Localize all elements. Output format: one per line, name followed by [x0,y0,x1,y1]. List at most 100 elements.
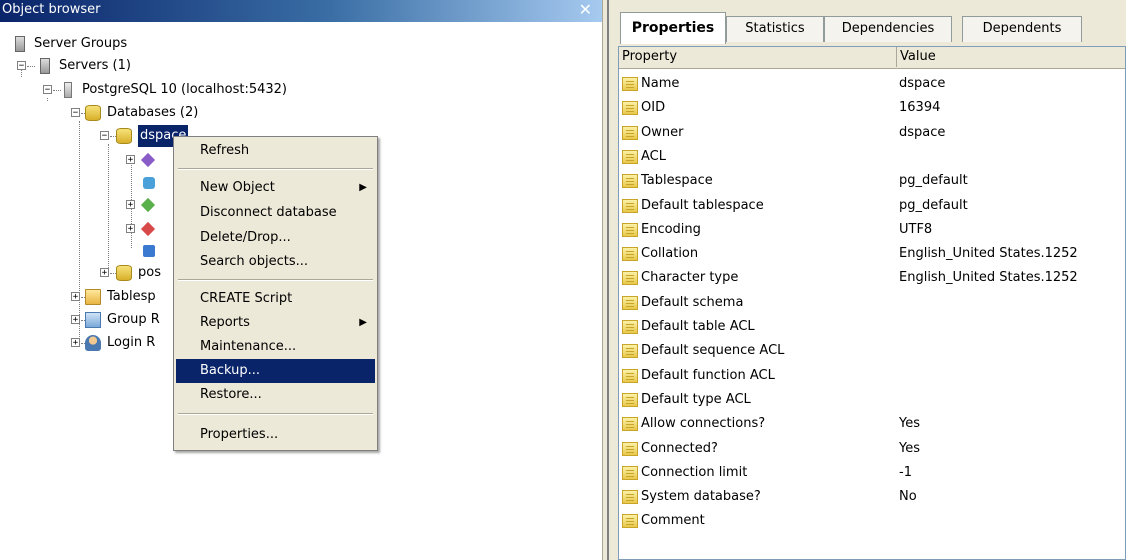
collapse-toggle[interactable]: − [43,85,52,95]
expand-toggle[interactable]: + [71,338,80,348]
property-value: dspace [899,124,946,140]
property-value: pg_default [899,173,968,189]
property-value: English_United States.1252 [899,246,1078,262]
tree-connector [27,66,35,67]
property-row[interactable]: System database? No [619,485,1125,509]
column-header-value[interactable]: Value [897,47,1125,67]
expand-toggle[interactable]: + [126,200,135,210]
property-row[interactable]: Comment [619,509,1125,533]
tree-connector [108,144,109,274]
object-browser-titlebar: Object browser ✕ [0,0,602,22]
tab-statistics[interactable]: Statistics [726,16,824,42]
database-icon [116,265,132,281]
tree-connector [79,121,80,343]
tab-dependents[interactable]: Dependents [962,16,1082,42]
menu-item-refresh[interactable]: Refresh [176,139,375,163]
server-group-icon [15,36,25,52]
menu-item-restore[interactable]: Restore... [176,383,375,407]
property-row[interactable]: Name dspace [619,72,1125,96]
property-row[interactable]: Default schema [619,291,1125,315]
property-icon [622,77,638,91]
expand-toggle[interactable]: + [126,224,135,234]
menu-item-create-script[interactable]: CREATE Script [176,287,375,311]
menu-item-delete-drop[interactable]: Delete/Drop... [176,226,375,250]
collapse-toggle[interactable]: − [71,108,80,118]
property-name: Connected? [641,440,718,456]
property-row[interactable]: Default table ACL [619,315,1125,339]
expand-toggle[interactable]: + [126,155,135,165]
object-browser-panel: Object browser ✕ Server Groups − Servers… [0,0,602,560]
property-name: System database? [641,489,761,505]
tab-dependencies[interactable]: Dependencies [824,16,952,42]
property-name: Default function ACL [641,367,775,383]
schema-icon [143,245,155,257]
menu-item-new-object[interactable]: New Object ▶ [176,176,375,200]
tablespaces-folder-icon [85,289,101,305]
property-row[interactable]: ACL [619,145,1125,169]
collapse-toggle[interactable]: − [100,131,109,141]
menu-item-maintenance[interactable]: Maintenance... [176,335,375,359]
group-roles-icon [85,312,101,328]
tree-connector [53,90,61,91]
expand-toggle[interactable]: + [100,268,109,278]
property-value: UTF8 [899,221,933,237]
property-value: No [899,489,917,505]
expand-toggle[interactable]: + [71,315,80,325]
properties-panel: Properties Statistics Dependencies Depen… [614,0,1126,560]
property-row[interactable]: Character type English_United States.1252 [619,266,1125,290]
properties-grid: Property Value Name dspace OID 16394 Owner ds… [618,46,1126,560]
menu-item-properties[interactable]: Properties... [176,423,375,447]
collapse-toggle[interactable]: − [17,61,26,71]
property-icon [622,320,638,334]
property-name: Default tablespace [641,197,764,213]
database-icon [116,128,132,144]
property-row[interactable]: Default type ACL [619,388,1125,412]
property-row[interactable]: Owner dspace [619,121,1125,145]
property-row[interactable]: Connected? Yes [619,437,1125,461]
property-name: Allow connections? [641,416,766,432]
menu-item-reports[interactable]: Reports ▶ [176,311,375,335]
tab-bar: Properties Statistics Dependencies Depen… [614,0,1126,46]
menu-separator [178,413,373,415]
property-icon [622,198,638,213]
property-name: Character type [641,270,739,286]
property-value: 16394 [899,100,941,116]
property-row[interactable]: Default function ACL [619,364,1125,388]
property-icon [622,417,638,432]
property-icon [622,174,638,189]
tab-properties[interactable]: Properties [620,12,726,44]
column-header-property[interactable]: Property [619,47,897,67]
server-icon [40,58,50,74]
tree-connector [47,98,48,101]
menu-separator [178,279,373,281]
property-name: Encoding [641,221,701,237]
expand-toggle[interactable]: + [71,292,80,302]
property-name: Default type ACL [641,391,751,407]
property-name: Default table ACL [641,319,755,334]
property-icon [622,514,638,529]
context-menu: Refresh New Object ▶ Disconnect database … [173,136,378,451]
property-row[interactable]: Collation English_United States.1252 [619,242,1125,266]
property-name: Collation [641,246,699,262]
menu-item-backup[interactable]: Backup... [176,359,375,383]
property-value: -1 [899,464,912,480]
property-row[interactable]: Encoding UTF8 [619,218,1125,242]
property-row[interactable]: Allow connections? Yes [619,412,1125,436]
close-icon[interactable]: ✕ [579,0,592,20]
property-row[interactable]: OID 16394 [619,96,1125,120]
panel-splitter[interactable] [602,0,614,560]
submenu-arrow-icon: ▶ [359,317,367,328]
menu-item-disconnect-database[interactable]: Disconnect database [176,201,375,225]
property-row[interactable]: Default tablespace pg_default [619,194,1125,218]
property-name: Default sequence ACL [641,343,785,359]
menu-item-search-objects[interactable]: Search objects... [176,250,375,274]
event-trigger-icon [143,177,155,189]
property-row[interactable]: Connection limit -1 [619,461,1125,485]
property-icon [622,490,638,505]
databases-icon [85,105,101,121]
property-icon [622,441,638,456]
extension-icon [140,197,156,213]
property-row[interactable]: Default sequence ACL [619,339,1125,363]
property-row[interactable]: Tablespace pg_default [619,169,1125,193]
property-name: Owner [641,124,684,140]
